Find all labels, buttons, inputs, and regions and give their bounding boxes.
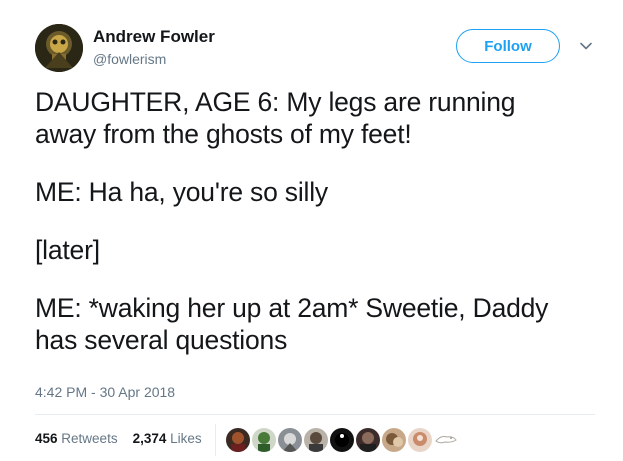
chevron-down-icon[interactable] <box>578 38 594 54</box>
tweet-line: away from the ghosts of my feet! <box>35 119 412 149</box>
tweet-stats: 456 Retweets 2,374 Likes <box>35 431 202 446</box>
tweet-line: ME: *waking her up at 2am* Sweetie, Dadd… <box>35 293 549 323</box>
tweet-line: has several questions <box>35 325 288 355</box>
author-handle[interactable]: @fowlerism <box>93 51 166 67</box>
liker-avatar[interactable] <box>433 427 459 451</box>
stats-separator <box>215 424 216 456</box>
liker-avatar[interactable] <box>251 427 277 453</box>
liker-avatar[interactable] <box>329 427 355 453</box>
likes-count: 2,374 <box>132 431 167 446</box>
liker-avatar[interactable] <box>303 427 329 453</box>
liker-avatar[interactable] <box>225 427 251 453</box>
divider <box>35 414 595 415</box>
liker-avatar[interactable] <box>355 427 381 453</box>
liker-avatar[interactable] <box>381 427 407 453</box>
follow-button[interactable]: Follow <box>456 29 560 63</box>
tweet-line: [later] <box>35 235 100 265</box>
tweet-line: ME: Ha ha, you're so silly <box>35 177 328 207</box>
retweets-count: 456 <box>35 431 58 446</box>
tweet-timestamp[interactable]: 4:42 PM - 30 Apr 2018 <box>35 384 175 400</box>
liker-avatar[interactable] <box>277 427 303 453</box>
retweets-label: Retweets <box>61 431 118 446</box>
tweet-card: Andrew Fowler @fowlerism Follow DAUGHTER… <box>0 0 623 461</box>
avatar[interactable] <box>35 24 83 72</box>
likes-label: Likes <box>170 431 202 446</box>
tweet-text: DAUGHTER, AGE 6: My legs are running awa… <box>35 86 595 356</box>
tweet-line: DAUGHTER, AGE 6: My legs are running <box>35 87 516 117</box>
liker-avatar[interactable] <box>407 427 433 453</box>
likes-stat[interactable]: 2,374 Likes <box>133 431 202 446</box>
retweets-stat[interactable]: 456 Retweets <box>35 431 118 446</box>
author-name[interactable]: Andrew Fowler <box>93 27 215 47</box>
